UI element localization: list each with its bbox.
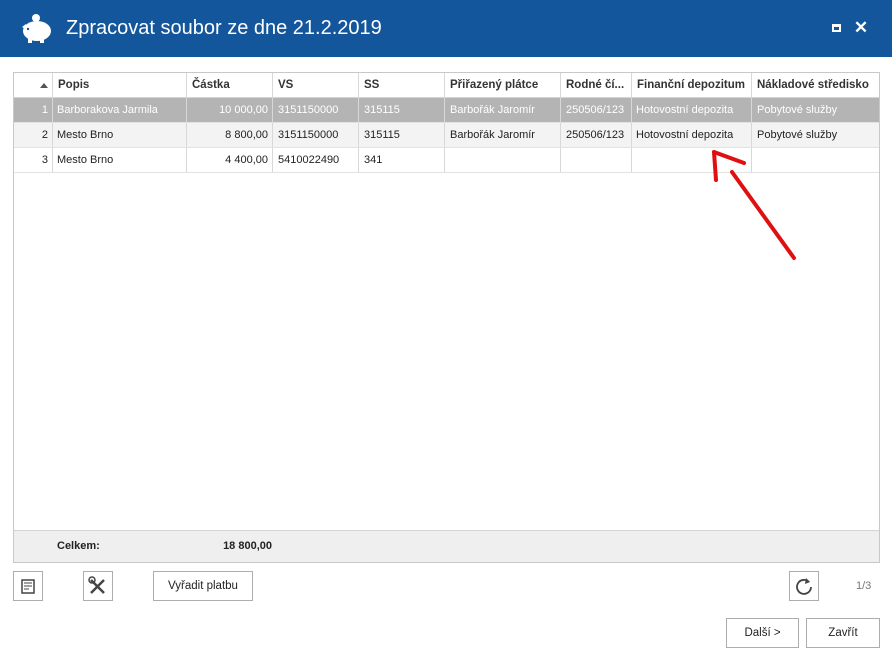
cell-depozitum[interactable]: Hotovostní depozita (632, 98, 752, 122)
cell-castka: 10 000,00 (187, 98, 273, 122)
cell-popis: Barborakova Jarmila (53, 98, 187, 122)
window-title: Zpracovat soubor ze dne 21.2.2019 (66, 17, 382, 39)
cell-popis: Mesto Brno (53, 123, 187, 147)
column-header-depozitum[interactable]: Finanční depozitum (632, 73, 752, 97)
page-indicator: 1/3 (856, 580, 872, 592)
cell-platce (445, 148, 561, 172)
column-header-platce[interactable]: Přiřazený plátce (445, 73, 561, 97)
tools-icon (88, 576, 105, 594)
cell-rodne-cislo: 250506/123 (561, 123, 632, 147)
cell-castka: 8 800,00 (187, 123, 273, 147)
grid-footer: Celkem: 18 800,00 (14, 530, 879, 562)
row-index: 3 (14, 148, 53, 172)
piggy-bank-icon (22, 14, 51, 43)
annotation-arrow (712, 150, 796, 260)
table-row[interactable]: 1 Barborakova Jarmila 10 000,00 31511500… (14, 98, 879, 123)
cell-vs: 3151150000 (273, 98, 359, 122)
cell-rodne-cislo (561, 148, 632, 172)
cell-rodne-cislo: 250506/123 (561, 98, 632, 122)
total-label: Celkem: (57, 540, 100, 552)
column-header-rodne-cislo[interactable]: Rodné čí... (561, 73, 632, 97)
maximize-button[interactable] (829, 20, 845, 36)
close-button[interactable]: Zavřít (806, 618, 880, 648)
refresh-icon (796, 578, 812, 595)
exclude-payment-button[interactable]: Vyřadit platbu (153, 571, 253, 601)
cell-vs: 3151150000 (273, 123, 359, 147)
cell-ss: 341 (359, 148, 445, 172)
column-header-popis[interactable]: Popis (53, 73, 187, 97)
column-header-index[interactable] (14, 73, 53, 97)
cell-vs: 5410022490 (273, 148, 359, 172)
cell-platce: Barbořák Jaromír (445, 98, 561, 122)
refresh-button[interactable] (789, 571, 819, 601)
close-icon: ✕ (853, 18, 869, 37)
grid-header: Popis Částka VS SS Přiřazený plátce Rodn… (14, 73, 879, 98)
row-index: 1 (14, 98, 53, 122)
cell-popis: Mesto Brno (53, 148, 187, 172)
column-header-vs[interactable]: VS (273, 73, 359, 97)
close-window-button[interactable]: ✕ (853, 18, 869, 37)
row-index: 2 (14, 123, 53, 147)
column-header-stredisko[interactable]: Nákladové středisko (752, 73, 879, 97)
cell-platce: Barbořák Jaromír (445, 123, 561, 147)
title-bar: Zpracovat soubor ze dne 21.2.2019 ✕ (0, 0, 892, 57)
column-header-castka[interactable]: Částka (187, 73, 273, 97)
maximize-icon (832, 24, 841, 32)
total-value: 18 800,00 (223, 540, 272, 552)
next-button[interactable]: Další > (726, 618, 799, 648)
notes-icon (21, 579, 35, 594)
column-header-ss[interactable]: SS (359, 73, 445, 97)
cell-ss: 315115 (359, 98, 445, 122)
cell-castka: 4 400,00 (187, 148, 273, 172)
cell-ss: 315115 (359, 123, 445, 147)
tools-button[interactable] (83, 571, 113, 601)
cell-stredisko[interactable]: Pobytové služby (752, 98, 879, 122)
sort-ascending-icon (40, 83, 48, 88)
notes-button[interactable] (13, 571, 43, 601)
